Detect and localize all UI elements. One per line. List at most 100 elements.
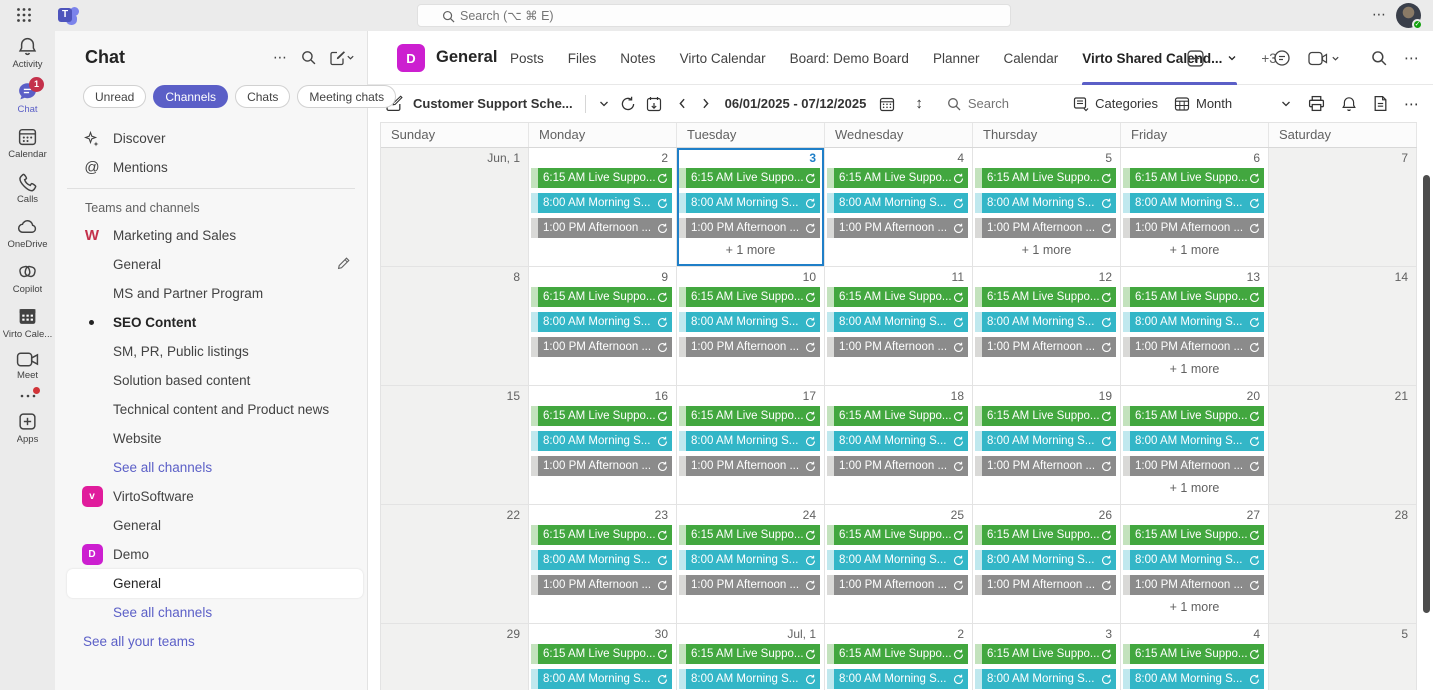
day-cell-2[interactable]: 26:15 AM Live Suppo...8:00 AM Morning S.… — [529, 148, 677, 267]
event-afternoon[interactable]: 1:00 PM Afternoon ... — [531, 218, 672, 238]
event-afternoon[interactable]: 1:00 PM Afternoon ... — [531, 575, 672, 595]
day-cell-28[interactable]: 28 — [1269, 505, 1417, 624]
day-cell-27[interactable]: 276:15 AM Live Suppo...8:00 AM Morning S… — [1121, 505, 1269, 624]
print-icon[interactable] — [1308, 95, 1325, 112]
team-demo[interactable]: DDemo — [55, 540, 367, 569]
date-picker-icon[interactable] — [879, 96, 895, 112]
tab-notes[interactable]: Notes — [620, 31, 655, 85]
event-morning[interactable]: 8:00 AM Morning S... — [1123, 669, 1264, 689]
day-cell-15[interactable]: 15 — [381, 386, 529, 505]
event-live[interactable]: 6:15 AM Live Suppo... — [975, 525, 1116, 545]
event-live[interactable]: 6:15 AM Live Suppo... — [679, 525, 820, 545]
event-morning[interactable]: 8:00 AM Morning S... — [827, 193, 968, 213]
event-live[interactable]: 6:15 AM Live Suppo... — [679, 644, 820, 664]
event-afternoon[interactable]: 1:00 PM Afternoon ... — [531, 337, 672, 357]
sidebar-item-mentions[interactable]: @Mentions — [55, 153, 367, 182]
channel-ms-and-partner-program[interactable]: MS and Partner Program — [55, 279, 367, 308]
channel-general[interactable]: General — [67, 569, 363, 598]
event-morning[interactable]: 8:00 AM Morning S... — [531, 550, 672, 570]
event-live[interactable]: 6:15 AM Live Suppo... — [679, 287, 820, 307]
event-live[interactable]: 6:15 AM Live Suppo... — [531, 644, 672, 664]
team-marketing-and-sales[interactable]: WMarketing and Sales — [55, 221, 367, 250]
event-morning[interactable]: 8:00 AM Morning S... — [679, 193, 820, 213]
app-launcher-icon[interactable] — [16, 7, 32, 23]
filter-pill-meeting-chats[interactable]: Meeting chats — [297, 85, 396, 108]
day-cell-2[interactable]: 26:15 AM Live Suppo...8:00 AM Morning S.… — [825, 624, 973, 690]
event-live[interactable]: 6:15 AM Live Suppo... — [1123, 525, 1264, 545]
event-live[interactable]: 6:15 AM Live Suppo... — [531, 168, 672, 188]
rail-item-copilot[interactable]: Copilot — [0, 256, 55, 301]
sidebar-item-see-all-your-teams[interactable]: See all your teams — [55, 627, 367, 656]
more-events-link[interactable]: + 1 more — [1121, 600, 1268, 614]
tab-planner[interactable]: Planner — [933, 31, 980, 85]
topbar-more-icon[interactable]: ⋯ — [1372, 6, 1387, 23]
event-afternoon[interactable]: 1:00 PM Afternoon ... — [679, 218, 820, 238]
more-events-link[interactable]: + 1 more — [973, 243, 1120, 257]
calendar-search[interactable] — [947, 96, 1058, 111]
event-live[interactable]: 6:15 AM Live Suppo... — [679, 168, 820, 188]
day-cell-29[interactable]: 29 — [381, 624, 529, 690]
event-morning[interactable]: 8:00 AM Morning S... — [1123, 312, 1264, 332]
day-cell-10[interactable]: 106:15 AM Live Suppo...8:00 AM Morning S… — [677, 267, 825, 386]
rail-item-virto-calendar[interactable]: Virto Cale... — [0, 301, 55, 346]
event-afternoon[interactable]: 1:00 PM Afternoon ... — [975, 456, 1116, 476]
event-morning[interactable]: 8:00 AM Morning S... — [1123, 431, 1264, 451]
day-cell-11[interactable]: 116:15 AM Live Suppo...8:00 AM Morning S… — [825, 267, 973, 386]
event-morning[interactable]: 8:00 AM Morning S... — [679, 669, 820, 689]
event-afternoon[interactable]: 1:00 PM Afternoon ... — [827, 337, 968, 357]
expand-rows-icon[interactable]: ↕ — [915, 95, 923, 112]
tab-virto-calendar[interactable]: Virto Calendar — [680, 31, 766, 85]
export-report-icon[interactable] — [1373, 95, 1388, 112]
day-cell-23[interactable]: 236:15 AM Live Suppo...8:00 AM Morning S… — [529, 505, 677, 624]
global-search-input[interactable] — [460, 9, 980, 23]
rail-item-activity[interactable]: Activity — [0, 31, 55, 76]
day-cell-jul-1[interactable]: Jul, 16:15 AM Live Suppo...8:00 AM Morni… — [677, 624, 825, 690]
next-period-icon[interactable] — [699, 97, 712, 110]
channel-seo-content[interactable]: SEO Content — [55, 308, 367, 337]
rail-item-chat[interactable]: Chat1 — [0, 76, 55, 121]
channel-general[interactable]: General — [55, 511, 367, 540]
channel-technical-content-and-product-news[interactable]: Technical content and Product news — [55, 395, 367, 424]
event-morning[interactable]: 8:00 AM Morning S... — [975, 431, 1116, 451]
event-live[interactable]: 6:15 AM Live Suppo... — [679, 406, 820, 426]
channel-website[interactable]: Website — [55, 424, 367, 453]
rail-item-calendar[interactable]: Calendar — [0, 121, 55, 166]
event-morning[interactable]: 8:00 AM Morning S... — [827, 431, 968, 451]
day-cell-8[interactable]: 8 — [381, 267, 529, 386]
day-cell-6[interactable]: 66:15 AM Live Suppo...8:00 AM Morning S.… — [1121, 148, 1269, 267]
filter-pill-unread[interactable]: Unread — [83, 85, 146, 108]
view-mode-dropdown[interactable]: Month — [1174, 96, 1292, 112]
event-morning[interactable]: 8:00 AM Morning S... — [1123, 550, 1264, 570]
rail-item-onedrive[interactable]: OneDrive — [0, 211, 55, 256]
rail-item-apps[interactable]: Apps — [0, 406, 55, 451]
event-afternoon[interactable]: 1:00 PM Afternoon ... — [1123, 337, 1264, 357]
chat-search-icon[interactable] — [301, 50, 316, 65]
event-live[interactable]: 6:15 AM Live Suppo... — [1123, 406, 1264, 426]
calendar-select-chevron-icon[interactable] — [598, 98, 610, 110]
meet-now-icon[interactable] — [1308, 51, 1340, 66]
sidebar-item-see-all-channels[interactable]: See all channels — [55, 598, 367, 627]
event-live[interactable]: 6:15 AM Live Suppo... — [1123, 168, 1264, 188]
day-cell-jun-1[interactable]: Jun, 1 — [381, 148, 529, 267]
event-live[interactable]: 6:15 AM Live Suppo... — [827, 168, 968, 188]
more-events-link[interactable]: + 1 more — [677, 243, 824, 257]
event-live[interactable]: 6:15 AM Live Suppo... — [531, 525, 672, 545]
event-morning[interactable]: 8:00 AM Morning S... — [975, 312, 1116, 332]
day-cell-5[interactable]: 56:15 AM Live Suppo...8:00 AM Morning S.… — [973, 148, 1121, 267]
refresh-icon[interactable] — [620, 96, 636, 112]
event-afternoon[interactable]: 1:00 PM Afternoon ... — [975, 575, 1116, 595]
day-cell-21[interactable]: 21 — [1269, 386, 1417, 505]
day-cell-12[interactable]: 126:15 AM Live Suppo...8:00 AM Morning S… — [973, 267, 1121, 386]
global-search[interactable] — [417, 4, 1011, 27]
day-cell-16[interactable]: 166:15 AM Live Suppo...8:00 AM Morning S… — [529, 386, 677, 505]
event-live[interactable]: 6:15 AM Live Suppo... — [975, 406, 1116, 426]
channel-sm-pr-public-listings[interactable]: SM, PR, Public listings — [55, 337, 367, 366]
event-morning[interactable]: 8:00 AM Morning S... — [827, 312, 968, 332]
event-afternoon[interactable]: 1:00 PM Afternoon ... — [531, 456, 672, 476]
event-live[interactable]: 6:15 AM Live Suppo... — [827, 406, 968, 426]
more-events-link[interactable]: + 1 more — [1121, 362, 1268, 376]
event-live[interactable]: 6:15 AM Live Suppo... — [1123, 287, 1264, 307]
day-cell-20[interactable]: 206:15 AM Live Suppo...8:00 AM Morning S… — [1121, 386, 1269, 505]
channel-solution-based-content[interactable]: Solution based content — [55, 366, 367, 395]
event-afternoon[interactable]: 1:00 PM Afternoon ... — [679, 575, 820, 595]
